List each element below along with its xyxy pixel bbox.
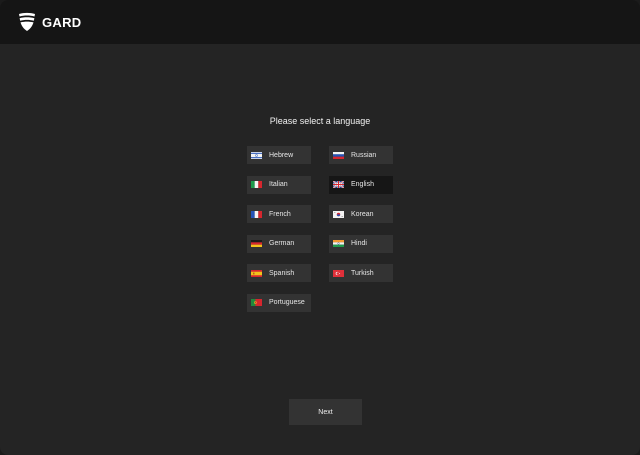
language-option-english[interactable]: English [329,175,393,194]
language-option-russian[interactable]: Russian [329,146,393,164]
language-label: English [351,181,374,188]
top-bar: GARD [0,0,640,44]
next-button[interactable]: Next [289,399,362,425]
flag-india-icon [333,240,344,247]
flag-israel-icon [251,151,262,159]
flag-germany-icon [251,240,262,247]
language-option-turkish[interactable]: Turkish [329,264,393,282]
language-label: Spanish [269,269,295,277]
language-option-korean[interactable]: Korean [329,205,393,223]
language-option-hebrew[interactable]: Hebrew [247,146,311,164]
language-label: Hebrew [269,151,294,159]
flag-turkey-icon [333,269,344,277]
flag-south-korea-icon [333,210,344,218]
brand-logo: GARD [18,11,81,33]
language-list: Hebrew Russian Italian English French Ko… [247,146,393,316]
app-window: GARD Please select a language Hebrew Rus… [0,0,640,455]
language-label: Italian [269,181,288,188]
gard-shield-logo-icon [19,12,35,31]
language-label: Portuguese [269,299,305,306]
flag-russia-icon [333,151,344,159]
language-option-german[interactable]: German [247,234,311,253]
brand-name: GARD [42,14,82,30]
language-label: Turkish [351,269,374,277]
flag-portugal-icon [251,299,262,306]
language-label: French [269,210,291,218]
page-title: Please select a language [269,116,371,126]
flag-uk-icon [333,181,344,188]
flag-france-icon [251,210,262,218]
language-label: German [269,240,295,247]
language-label: Russian [351,151,377,159]
language-option-french[interactable]: French [247,205,311,223]
language-option-hindi[interactable]: Hindi [329,234,393,253]
language-label: Korean [351,210,374,218]
language-option-portuguese[interactable]: Portuguese [247,293,311,312]
flag-spain-icon [251,269,262,277]
flag-italy-icon [251,181,262,188]
language-label: Hindi [351,240,367,247]
language-option-spanish[interactable]: Spanish [247,264,311,282]
language-option-italian[interactable]: Italian [247,175,311,194]
